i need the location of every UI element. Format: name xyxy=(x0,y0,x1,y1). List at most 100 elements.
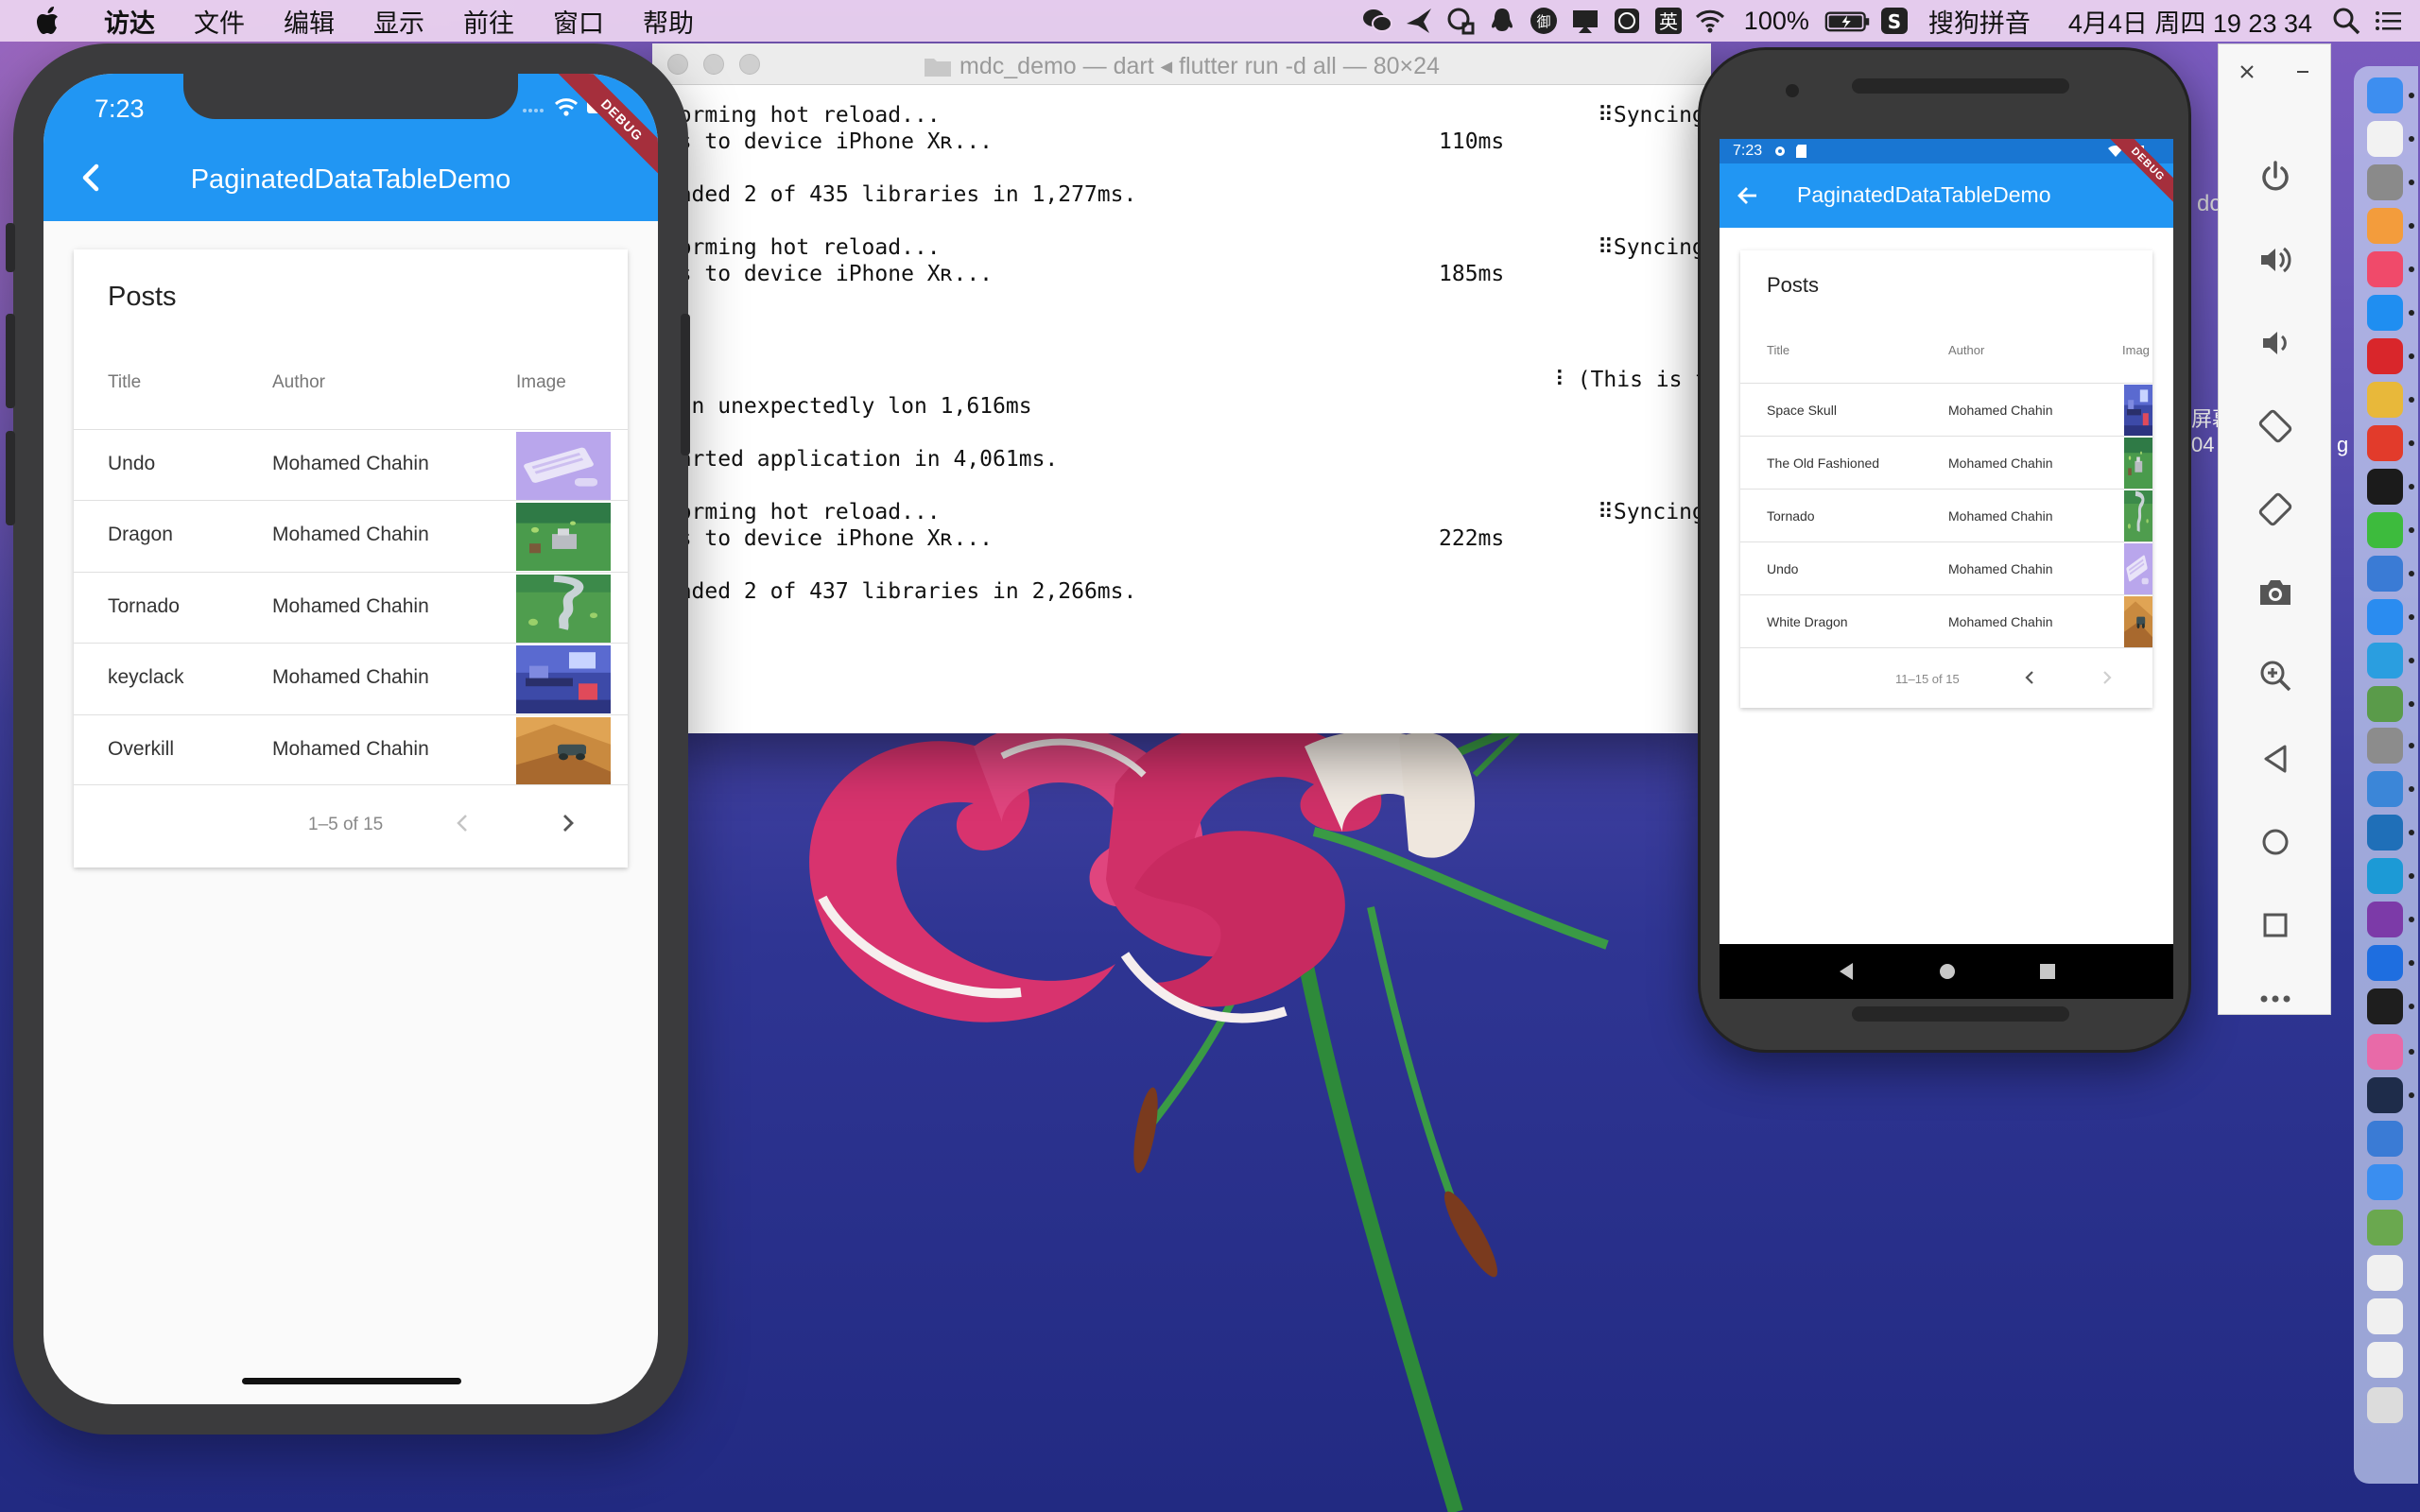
volume-up-button[interactable] xyxy=(6,314,15,408)
xcode-icon[interactable] xyxy=(2367,771,2403,807)
finder-icon[interactable] xyxy=(2367,77,2403,113)
next-page-button[interactable] xyxy=(2096,666,2118,689)
terminal-output[interactable]: rforming hot reload... ⠿Syncing les to dev… xyxy=(652,85,1711,733)
volume-down-button[interactable] xyxy=(2219,315,2332,371)
home-button[interactable] xyxy=(2219,814,2332,870)
volume-down-button[interactable] xyxy=(6,431,15,525)
table-row[interactable]: Overkill Mohamed Chahin xyxy=(74,713,628,785)
vscode-icon[interactable] xyxy=(2367,815,2403,850)
zoom-button[interactable] xyxy=(2219,647,2332,704)
downloads-icon[interactable] xyxy=(2367,1298,2403,1334)
trash-icon[interactable] xyxy=(2367,1387,2403,1423)
more-options-button[interactable] xyxy=(2219,980,2332,1018)
power-button[interactable] xyxy=(681,314,690,455)
moneywiz-icon[interactable] xyxy=(2367,643,2403,679)
menu-window[interactable]: 窗口 xyxy=(553,3,604,40)
column-header-title[interactable]: Title xyxy=(108,372,141,393)
notification-center-icon[interactable] xyxy=(2367,0,2409,42)
nav-recents-icon[interactable] xyxy=(2038,962,2057,981)
home-indicator[interactable] xyxy=(242,1378,461,1384)
sogou-input-icon[interactable]: S xyxy=(1874,0,1915,42)
android-emulator[interactable]: 7:23 PaginatedDataTableDemo DEBUG Posts … xyxy=(1698,47,2191,1053)
qq-icon[interactable] xyxy=(1481,0,1523,42)
safari-icon[interactable] xyxy=(2367,599,2403,635)
bird-app-icon[interactable] xyxy=(1398,0,1440,42)
menu-file[interactable]: 文件 xyxy=(194,3,245,40)
youdao-icon[interactable]: 御 xyxy=(1523,0,1564,42)
mail-icon[interactable] xyxy=(2367,1164,2403,1200)
battery-icon[interactable] xyxy=(1823,0,1874,42)
input-language-icon[interactable]: 英 xyxy=(1648,0,1689,42)
previous-page-button[interactable] xyxy=(448,809,476,837)
android-emulator-icon[interactable] xyxy=(2367,1210,2403,1246)
nav-home-icon[interactable] xyxy=(1938,962,1957,981)
input-method-label[interactable]: 搜狗拼音 xyxy=(1928,3,2031,40)
rotate-right-button[interactable] xyxy=(2219,481,2332,538)
preview-icon[interactable] xyxy=(2367,121,2403,157)
smile-icon[interactable] xyxy=(1606,0,1648,42)
wifi-icon[interactable] xyxy=(1689,0,1731,42)
sourcetree-icon[interactable] xyxy=(2367,945,2403,981)
nav-back-icon[interactable] xyxy=(1836,961,1857,982)
spotlight-search-icon[interactable] xyxy=(2325,0,2367,42)
android-studio-icon[interactable] xyxy=(2367,686,2403,722)
table-row[interactable]: Space Skull Mohamed Chahin xyxy=(1740,383,2152,436)
android-screen[interactable]: 7:23 PaginatedDataTableDemo DEBUG Posts … xyxy=(1720,139,2173,944)
folder-icon[interactable] xyxy=(2367,1342,2403,1378)
search-app-icon[interactable] xyxy=(1440,0,1481,42)
menu-view[interactable]: 显示 xyxy=(373,3,424,40)
webstorm-icon[interactable] xyxy=(2367,858,2403,894)
table-row[interactable]: The Old Fashioned Mohamed Chahin xyxy=(1740,436,2152,489)
overview-button[interactable] xyxy=(2219,897,2332,954)
simulator-icon[interactable] xyxy=(2367,1121,2403,1157)
minimize-icon[interactable] xyxy=(2294,63,2311,80)
documents-icon[interactable] xyxy=(2367,1255,2403,1291)
wechat-icon[interactable] xyxy=(1357,0,1398,42)
table-row[interactable]: Tornado Mohamed Chahin xyxy=(1740,489,2152,541)
chrome-icon[interactable] xyxy=(2367,382,2403,418)
table-row[interactable]: Tornado Mohamed Chahin xyxy=(74,571,628,643)
column-header-title[interactable]: Title xyxy=(1767,343,1789,357)
music-icon[interactable] xyxy=(2367,251,2403,287)
menu-help[interactable]: 帮助 xyxy=(643,3,694,40)
menu-bar-clock[interactable]: 4月4日 周四 19 23 34 xyxy=(2068,3,2312,40)
back-button[interactable] xyxy=(2219,730,2332,787)
menu-go[interactable]: 前往 xyxy=(463,3,514,40)
table-row[interactable]: White Dragon Mohamed Chahin xyxy=(1740,594,2152,647)
terminal-icon[interactable] xyxy=(2367,988,2403,1024)
volume-up-button[interactable] xyxy=(2219,232,2332,288)
table-row[interactable]: Dragon Mohamed Chahin xyxy=(74,500,628,572)
screenshot-button[interactable] xyxy=(2219,564,2332,621)
apple-menu-icon[interactable] xyxy=(36,6,70,36)
power-button[interactable] xyxy=(2219,148,2332,205)
youdao-dict-icon[interactable] xyxy=(2367,338,2403,374)
iphone-simulator[interactable]: 7:23 PaginatedDataTableDemo DEBUG Posts … xyxy=(6,43,690,1435)
system-preferences-icon[interactable] xyxy=(2367,728,2403,764)
column-header-author[interactable]: Author xyxy=(1948,343,1984,357)
cleanmymac-icon[interactable] xyxy=(2367,1034,2403,1070)
quicktime-icon[interactable] xyxy=(2367,1077,2403,1113)
photos-icon[interactable] xyxy=(2367,208,2403,244)
table-row[interactable]: keyclack Mohamed Chahin xyxy=(74,643,628,714)
github-desktop-icon[interactable] xyxy=(2367,902,2403,937)
wechat-icon[interactable] xyxy=(2367,512,2403,548)
close-icon[interactable] xyxy=(2238,63,2256,80)
launchpad-icon[interactable] xyxy=(2367,164,2403,200)
column-header-image[interactable]: Imag xyxy=(2122,343,2150,357)
image-viewer-icon[interactable] xyxy=(2367,556,2403,592)
screen-mirror-icon[interactable] xyxy=(1564,0,1606,42)
column-header-image[interactable]: Image xyxy=(516,372,566,393)
menu-app-name[interactable]: 访达 xyxy=(104,3,155,40)
table-row[interactable]: Undo Mohamed Chahin xyxy=(74,429,628,500)
table-row[interactable]: Undo Mohamed Chahin xyxy=(1740,541,2152,594)
terminal-window[interactable]: mdc_demo — dart ◂ flutter run -d all — 8… xyxy=(652,43,1711,733)
qq-icon[interactable] xyxy=(2367,469,2403,505)
next-page-button[interactable] xyxy=(554,809,582,837)
silent-switch[interactable] xyxy=(6,223,15,272)
iphone-screen[interactable]: 7:23 PaginatedDataTableDemo DEBUG Posts … xyxy=(43,74,658,1404)
rotate-left-button[interactable] xyxy=(2219,398,2332,455)
column-header-author[interactable]: Author xyxy=(272,372,325,393)
back-arrow-icon[interactable] xyxy=(1735,182,1761,209)
menu-edit[interactable]: 编辑 xyxy=(284,3,335,40)
youdao-note-icon[interactable] xyxy=(2367,425,2403,461)
